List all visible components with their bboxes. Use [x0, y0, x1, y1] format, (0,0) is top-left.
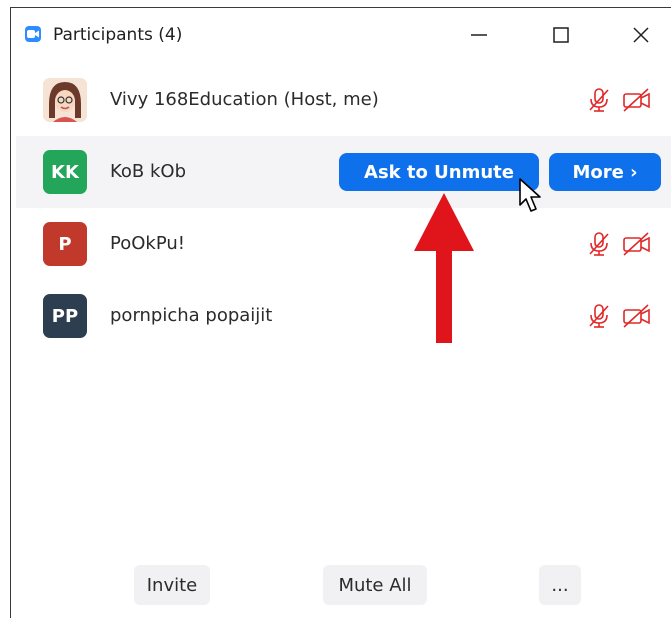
participant-row-hovered[interactable]: KK KoB kOb Ask to Unmute More ›: [16, 136, 671, 208]
mute-all-button[interactable]: Mute All: [323, 565, 427, 605]
more-button[interactable]: More ›: [549, 153, 661, 191]
avatar-initials: PP: [43, 294, 87, 338]
mic-muted-icon: [585, 302, 613, 335]
participant-row[interactable]: P PoOkPu!: [16, 208, 671, 280]
ask-to-unmute-button[interactable]: Ask to Unmute: [339, 153, 539, 191]
avatar-initials: P: [43, 222, 87, 266]
mouse-pointer-icon: [519, 178, 541, 212]
minimize-button[interactable]: [459, 18, 499, 52]
invite-button[interactable]: Invite: [134, 565, 210, 605]
participant-name: PoOkPu!: [110, 233, 185, 254]
maximize-icon: [553, 27, 569, 43]
zoom-logo-icon: [25, 26, 41, 42]
minimize-icon: [471, 34, 487, 36]
window-title: Participants (4): [53, 25, 183, 45]
maximize-button[interactable]: [541, 18, 581, 52]
video-off-icon: [621, 86, 653, 119]
avatar-photo: [43, 78, 87, 122]
participant-name: pornpicha popaijit: [110, 305, 273, 326]
annotation-arrow-icon: [414, 193, 474, 343]
participant-name: KoB kOb: [110, 161, 187, 182]
participant-row[interactable]: Vivy 168Education (Host, me): [16, 64, 671, 136]
mic-muted-icon: [585, 86, 613, 119]
close-icon: [633, 27, 649, 43]
title-bar: Participants (4): [11, 8, 671, 60]
participants-window: Participants (4) Vivy 168Education (Host…: [10, 7, 671, 618]
participant-name: Vivy 168Education (Host, me): [110, 89, 379, 110]
more-options-button[interactable]: ...: [539, 565, 581, 605]
close-button[interactable]: [621, 18, 661, 52]
mic-muted-icon: [585, 230, 613, 263]
avatar-initials: KK: [43, 150, 87, 194]
participant-row[interactable]: PP pornpicha popaijit: [16, 280, 671, 352]
video-off-icon: [621, 230, 653, 263]
video-off-icon: [621, 302, 653, 335]
